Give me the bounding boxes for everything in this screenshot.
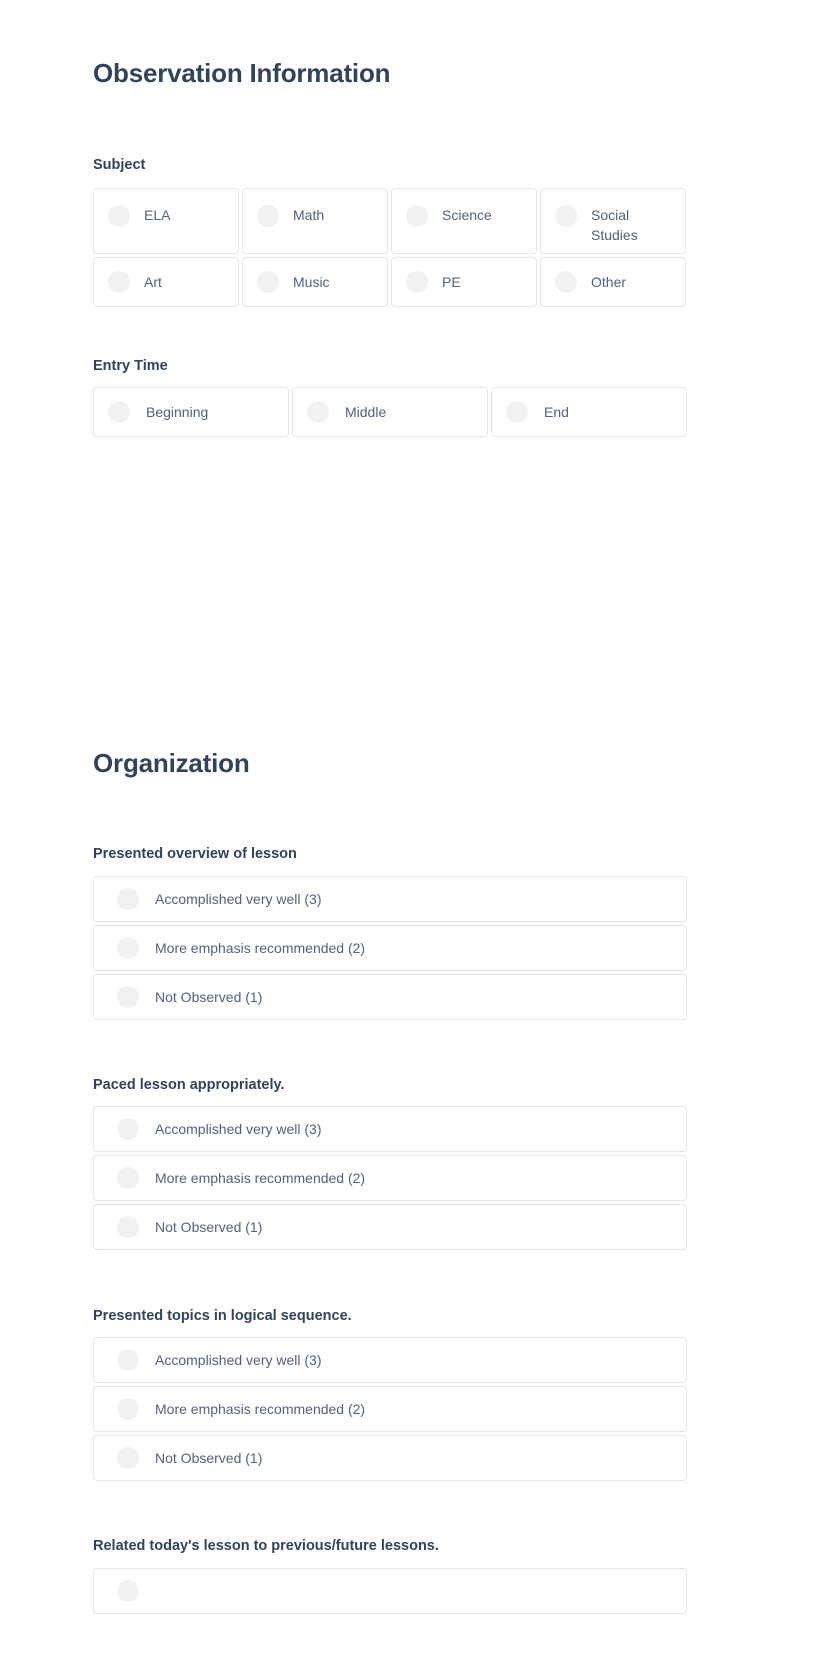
radio-icon[interactable] <box>117 1349 139 1371</box>
option-label: Accomplished very well (3) <box>155 1120 322 1137</box>
radio-icon[interactable] <box>108 205 130 227</box>
radio-icon[interactable] <box>257 205 279 227</box>
group-related-todays-lesson: Related today's lesson to previous/futur… <box>93 1537 439 1556</box>
option-accomplished-very-well[interactable]: Accomplished very well (3) <box>93 876 687 922</box>
radio-icon[interactable] <box>307 401 329 423</box>
option-label: More emphasis recommended (2) <box>155 1169 366 1186</box>
radio-icon[interactable] <box>406 271 428 293</box>
option-art[interactable]: Art <box>93 257 239 307</box>
radio-icon[interactable] <box>506 401 528 423</box>
presented-overview-options: Accomplished very well (3) More emphasis… <box>93 876 687 1020</box>
page-title: Observation Information <box>93 58 391 88</box>
option-label: Other <box>591 273 627 290</box>
related-todays-lesson-options <box>93 1568 687 1614</box>
option-not-observed[interactable]: Not Observed (1) <box>93 1204 687 1250</box>
radio-icon[interactable] <box>117 937 139 959</box>
option-label: Social Studies <box>591 207 638 244</box>
option-middle[interactable]: Middle <box>292 387 488 437</box>
group-label-presented-topics-in-logical-sequence: Presented topics in logical sequence. <box>93 1308 352 1324</box>
section-title-organization: Organization <box>93 748 250 778</box>
option-partial-cutoff[interactable] <box>93 1568 687 1614</box>
option-label: Accomplished very well (3) <box>155 1351 322 1368</box>
group-label-presented-overview-of-lesson: Presented overview of lesson <box>93 846 297 862</box>
presented-topics-options: Accomplished very well (3) More emphasis… <box>93 1337 687 1481</box>
radio-icon[interactable] <box>108 271 130 293</box>
option-pe[interactable]: PE <box>391 257 537 307</box>
section-observation-information: Observation Information <box>93 58 391 89</box>
option-not-observed[interactable]: Not Observed (1) <box>93 974 687 1020</box>
option-label: Not Observed (1) <box>155 1449 263 1466</box>
option-social-studies[interactable]: Social Studies <box>540 188 686 254</box>
radio-icon[interactable] <box>117 888 139 910</box>
group-presented-topics-in-logical-sequence: Presented topics in logical sequence. <box>93 1307 352 1326</box>
observation-form-page: Observation Information Subject ELA Math… <box>0 0 840 1680</box>
group-entry-time: Entry Time <box>93 357 168 376</box>
option-more-emphasis-recommended[interactable]: More emphasis recommended (2) <box>93 1155 687 1201</box>
option-label: Art <box>144 273 162 290</box>
option-label: Accomplished very well (3) <box>155 890 322 907</box>
group-label-entry-time: Entry Time <box>93 358 168 374</box>
option-label: Science <box>442 207 492 223</box>
group-paced-lesson-appropriately: Paced lesson appropriately. <box>93 1076 285 1095</box>
paced-lesson-options: Accomplished very well (3) More emphasis… <box>93 1106 687 1250</box>
option-ela[interactable]: ELA <box>93 188 239 254</box>
option-end[interactable]: End <box>491 387 687 437</box>
subject-options: ELA Math Science Social Studies Art Musi… <box>93 188 687 310</box>
option-label: Middle <box>345 403 387 420</box>
section-organization: Organization <box>93 748 250 779</box>
option-label: End <box>544 403 569 420</box>
option-label: Math <box>293 207 325 223</box>
option-label: More emphasis recommended (2) <box>155 1400 366 1417</box>
group-label-related-todays-lesson: Related today's lesson to previous/futur… <box>93 1538 439 1554</box>
radio-icon[interactable] <box>117 1167 139 1189</box>
group-subject: Subject <box>93 156 145 175</box>
option-accomplished-very-well[interactable]: Accomplished very well (3) <box>93 1337 687 1383</box>
radio-icon[interactable] <box>117 1447 139 1469</box>
option-more-emphasis-recommended[interactable]: More emphasis recommended (2) <box>93 925 687 971</box>
option-label: ELA <box>144 207 171 223</box>
radio-icon[interactable] <box>117 1216 139 1238</box>
radio-icon[interactable] <box>555 271 577 293</box>
radio-icon[interactable] <box>108 401 130 423</box>
option-label: Beginning <box>146 403 209 420</box>
option-music[interactable]: Music <box>242 257 388 307</box>
option-beginning[interactable]: Beginning <box>93 387 289 437</box>
radio-icon[interactable] <box>117 1580 139 1602</box>
option-other[interactable]: Other <box>540 257 686 307</box>
group-label-subject: Subject <box>93 157 146 173</box>
radio-icon[interactable] <box>117 1398 139 1420</box>
option-more-emphasis-recommended[interactable]: More emphasis recommended (2) <box>93 1386 687 1432</box>
option-math[interactable]: Math <box>242 188 388 254</box>
radio-icon[interactable] <box>555 205 577 227</box>
option-accomplished-very-well[interactable]: Accomplished very well (3) <box>93 1106 687 1152</box>
option-label: Not Observed (1) <box>155 1218 263 1235</box>
option-label: Music <box>293 273 330 290</box>
radio-icon[interactable] <box>117 1118 139 1140</box>
group-presented-overview-of-lesson: Presented overview of lesson <box>93 845 297 864</box>
option-not-observed[interactable]: Not Observed (1) <box>93 1435 687 1481</box>
radio-icon[interactable] <box>406 205 428 227</box>
option-science[interactable]: Science <box>391 188 537 254</box>
option-label: PE <box>442 273 461 290</box>
entry-time-options: Beginning Middle End <box>93 387 687 437</box>
option-label: More emphasis recommended (2) <box>155 939 366 956</box>
radio-icon[interactable] <box>257 271 279 293</box>
group-label-paced-lesson-appropriately: Paced lesson appropriately. <box>93 1077 285 1093</box>
radio-icon[interactable] <box>117 986 139 1008</box>
option-label: Not Observed (1) <box>155 988 263 1005</box>
